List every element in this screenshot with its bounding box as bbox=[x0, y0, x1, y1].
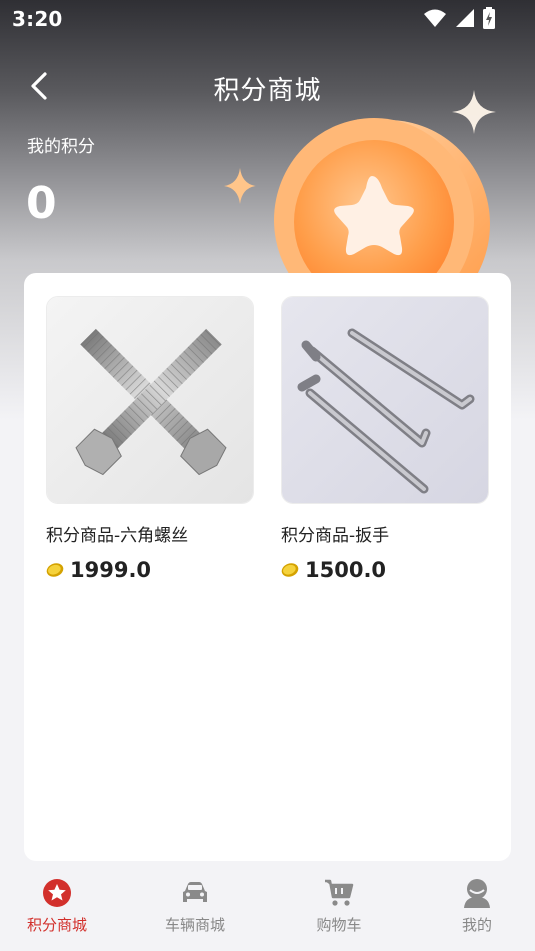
points-label: 我的积分 bbox=[27, 137, 95, 157]
signal-icon bbox=[456, 9, 474, 27]
bottom-nav: 积分商城 车辆商城 购物车 我的 bbox=[0, 866, 535, 951]
nav-label: 积分商城 bbox=[26, 916, 87, 934]
status-time: 3:20 bbox=[12, 7, 63, 31]
product-item-hex-bolt[interactable]: 积分商品-六角螺丝 1999.0 bbox=[46, 296, 254, 582]
products-card: 积分商品-六角螺丝 1999.0 积分商品-扳手 1500.0 bbox=[24, 273, 511, 861]
sparkle-icon bbox=[224, 168, 256, 204]
points-value: 0 bbox=[26, 178, 57, 229]
battery-icon bbox=[483, 7, 495, 29]
nav-label: 我的 bbox=[461, 916, 492, 934]
car-icon bbox=[183, 882, 207, 902]
user-icon bbox=[464, 879, 490, 908]
product-name: 积分商品-扳手 bbox=[281, 526, 390, 546]
coin-icon bbox=[46, 563, 64, 577]
nav-item-points-mall[interactable]: 积分商城 bbox=[2, 876, 112, 935]
star-badge-icon bbox=[43, 879, 71, 907]
nav-item-cart[interactable]: 购物车 bbox=[284, 876, 394, 935]
nav-label: 购物车 bbox=[316, 916, 362, 934]
price-value: 1999.0 bbox=[70, 558, 152, 582]
wifi-icon bbox=[424, 9, 446, 27]
nav-item-vehicle-mall[interactable]: 车辆商城 bbox=[140, 876, 250, 935]
cart-icon bbox=[325, 879, 354, 906]
nav-label: 车辆商城 bbox=[164, 916, 225, 934]
price-value: 1500.0 bbox=[305, 558, 387, 582]
product-image-wrench bbox=[281, 296, 489, 504]
product-item-wrench[interactable]: 积分商品-扳手 1500.0 bbox=[281, 296, 489, 582]
status-bar: 3:20 bbox=[0, 0, 535, 36]
coin-illustration bbox=[270, 116, 490, 286]
price-row: 1500.0 bbox=[281, 558, 489, 582]
product-image-hex-bolt bbox=[46, 296, 254, 504]
nav-item-profile[interactable]: 我的 bbox=[422, 876, 532, 935]
coin-icon bbox=[281, 563, 299, 577]
price-row: 1999.0 bbox=[46, 558, 254, 582]
product-name: 积分商品-六角螺丝 bbox=[46, 526, 189, 546]
status-icons bbox=[423, 7, 495, 29]
